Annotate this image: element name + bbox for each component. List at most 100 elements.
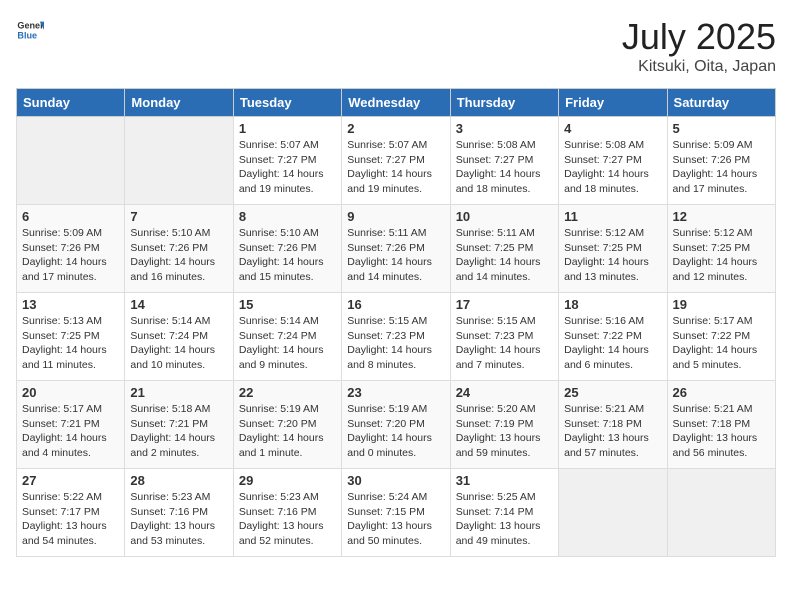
day-detail: Sunrise: 5:23 AMSunset: 7:16 PMDaylight:… [130,491,215,547]
calendar-cell: 5 Sunrise: 5:09 AMSunset: 7:26 PMDayligh… [667,117,775,205]
location-subtitle: Kitsuki, Oita, Japan [622,58,776,76]
day-detail: Sunrise: 5:18 AMSunset: 7:21 PMDaylight:… [130,403,215,459]
calendar-cell: 12 Sunrise: 5:12 AMSunset: 7:25 PMDaylig… [667,205,775,293]
day-number: 5 [673,121,770,136]
day-number: 1 [239,121,336,136]
calendar-body: 1 Sunrise: 5:07 AMSunset: 7:27 PMDayligh… [17,117,776,557]
calendar-cell: 2 Sunrise: 5:07 AMSunset: 7:27 PMDayligh… [342,117,450,205]
day-detail: Sunrise: 5:23 AMSunset: 7:16 PMDaylight:… [239,491,324,547]
day-number: 24 [456,385,553,400]
calendar-cell: 1 Sunrise: 5:07 AMSunset: 7:27 PMDayligh… [233,117,341,205]
day-number: 4 [564,121,661,136]
logo: General Blue [16,16,44,44]
svg-text:General: General [17,21,44,31]
calendar-table: SundayMondayTuesdayWednesdayThursdayFrid… [16,88,776,557]
day-number: 17 [456,297,553,312]
day-number: 6 [22,209,119,224]
calendar-cell: 26 Sunrise: 5:21 AMSunset: 7:18 PMDaylig… [667,381,775,469]
day-number: 12 [673,209,770,224]
day-number: 26 [673,385,770,400]
day-detail: Sunrise: 5:25 AMSunset: 7:14 PMDaylight:… [456,491,541,547]
day-detail: Sunrise: 5:10 AMSunset: 7:26 PMDaylight:… [130,227,215,283]
generalblue-logo-icon: General Blue [16,16,44,44]
calendar-cell [559,469,667,557]
day-number: 13 [22,297,119,312]
day-number: 10 [456,209,553,224]
day-number: 31 [456,473,553,488]
day-number: 18 [564,297,661,312]
calendar-cell: 24 Sunrise: 5:20 AMSunset: 7:19 PMDaylig… [450,381,558,469]
header: General Blue July 2025 Kitsuki, Oita, Ja… [16,16,776,76]
calendar-cell: 11 Sunrise: 5:12 AMSunset: 7:25 PMDaylig… [559,205,667,293]
calendar-cell: 22 Sunrise: 5:19 AMSunset: 7:20 PMDaylig… [233,381,341,469]
day-number: 3 [456,121,553,136]
calendar-cell: 18 Sunrise: 5:16 AMSunset: 7:22 PMDaylig… [559,293,667,381]
day-number: 2 [347,121,444,136]
day-detail: Sunrise: 5:12 AMSunset: 7:25 PMDaylight:… [564,227,649,283]
days-header-row: SundayMondayTuesdayWednesdayThursdayFrid… [17,89,776,117]
svg-text:Blue: Blue [17,30,37,40]
day-number: 23 [347,385,444,400]
calendar-cell [667,469,775,557]
day-detail: Sunrise: 5:09 AMSunset: 7:26 PMDaylight:… [22,227,107,283]
day-detail: Sunrise: 5:09 AMSunset: 7:26 PMDaylight:… [673,139,758,195]
day-number: 20 [22,385,119,400]
day-header-sunday: Sunday [17,89,125,117]
calendar-cell: 15 Sunrise: 5:14 AMSunset: 7:24 PMDaylig… [233,293,341,381]
calendar-cell: 31 Sunrise: 5:25 AMSunset: 7:14 PMDaylig… [450,469,558,557]
day-number: 22 [239,385,336,400]
day-detail: Sunrise: 5:07 AMSunset: 7:27 PMDaylight:… [347,139,432,195]
day-detail: Sunrise: 5:21 AMSunset: 7:18 PMDaylight:… [673,403,758,459]
calendar-cell: 27 Sunrise: 5:22 AMSunset: 7:17 PMDaylig… [17,469,125,557]
day-detail: Sunrise: 5:15 AMSunset: 7:23 PMDaylight:… [347,315,432,371]
day-number: 15 [239,297,336,312]
day-detail: Sunrise: 5:14 AMSunset: 7:24 PMDaylight:… [130,315,215,371]
day-detail: Sunrise: 5:17 AMSunset: 7:22 PMDaylight:… [673,315,758,371]
day-detail: Sunrise: 5:11 AMSunset: 7:26 PMDaylight:… [347,227,432,283]
calendar-cell: 19 Sunrise: 5:17 AMSunset: 7:22 PMDaylig… [667,293,775,381]
day-detail: Sunrise: 5:08 AMSunset: 7:27 PMDaylight:… [564,139,649,195]
day-header-tuesday: Tuesday [233,89,341,117]
calendar-cell: 25 Sunrise: 5:21 AMSunset: 7:18 PMDaylig… [559,381,667,469]
day-detail: Sunrise: 5:08 AMSunset: 7:27 PMDaylight:… [456,139,541,195]
day-number: 27 [22,473,119,488]
day-detail: Sunrise: 5:10 AMSunset: 7:26 PMDaylight:… [239,227,324,283]
day-number: 14 [130,297,227,312]
day-detail: Sunrise: 5:16 AMSunset: 7:22 PMDaylight:… [564,315,649,371]
calendar-cell: 23 Sunrise: 5:19 AMSunset: 7:20 PMDaylig… [342,381,450,469]
day-detail: Sunrise: 5:17 AMSunset: 7:21 PMDaylight:… [22,403,107,459]
day-number: 25 [564,385,661,400]
day-number: 29 [239,473,336,488]
day-number: 8 [239,209,336,224]
day-detail: Sunrise: 5:13 AMSunset: 7:25 PMDaylight:… [22,315,107,371]
day-detail: Sunrise: 5:24 AMSunset: 7:15 PMDaylight:… [347,491,432,547]
calendar-cell: 30 Sunrise: 5:24 AMSunset: 7:15 PMDaylig… [342,469,450,557]
day-number: 9 [347,209,444,224]
calendar-cell: 14 Sunrise: 5:14 AMSunset: 7:24 PMDaylig… [125,293,233,381]
day-detail: Sunrise: 5:22 AMSunset: 7:17 PMDaylight:… [22,491,107,547]
week-row-5: 27 Sunrise: 5:22 AMSunset: 7:17 PMDaylig… [17,469,776,557]
calendar-cell: 8 Sunrise: 5:10 AMSunset: 7:26 PMDayligh… [233,205,341,293]
calendar-cell [17,117,125,205]
calendar-cell: 21 Sunrise: 5:18 AMSunset: 7:21 PMDaylig… [125,381,233,469]
day-detail: Sunrise: 5:07 AMSunset: 7:27 PMDaylight:… [239,139,324,195]
week-row-2: 6 Sunrise: 5:09 AMSunset: 7:26 PMDayligh… [17,205,776,293]
calendar-cell: 10 Sunrise: 5:11 AMSunset: 7:25 PMDaylig… [450,205,558,293]
calendar-cell: 28 Sunrise: 5:23 AMSunset: 7:16 PMDaylig… [125,469,233,557]
calendar-cell [125,117,233,205]
day-header-thursday: Thursday [450,89,558,117]
calendar-cell: 6 Sunrise: 5:09 AMSunset: 7:26 PMDayligh… [17,205,125,293]
calendar-cell: 7 Sunrise: 5:10 AMSunset: 7:26 PMDayligh… [125,205,233,293]
day-header-wednesday: Wednesday [342,89,450,117]
day-header-friday: Friday [559,89,667,117]
calendar-cell: 29 Sunrise: 5:23 AMSunset: 7:16 PMDaylig… [233,469,341,557]
calendar-cell: 17 Sunrise: 5:15 AMSunset: 7:23 PMDaylig… [450,293,558,381]
calendar-cell: 16 Sunrise: 5:15 AMSunset: 7:23 PMDaylig… [342,293,450,381]
day-number: 21 [130,385,227,400]
day-header-monday: Monday [125,89,233,117]
day-detail: Sunrise: 5:19 AMSunset: 7:20 PMDaylight:… [239,403,324,459]
calendar-cell: 20 Sunrise: 5:17 AMSunset: 7:21 PMDaylig… [17,381,125,469]
day-detail: Sunrise: 5:14 AMSunset: 7:24 PMDaylight:… [239,315,324,371]
day-detail: Sunrise: 5:19 AMSunset: 7:20 PMDaylight:… [347,403,432,459]
day-number: 30 [347,473,444,488]
